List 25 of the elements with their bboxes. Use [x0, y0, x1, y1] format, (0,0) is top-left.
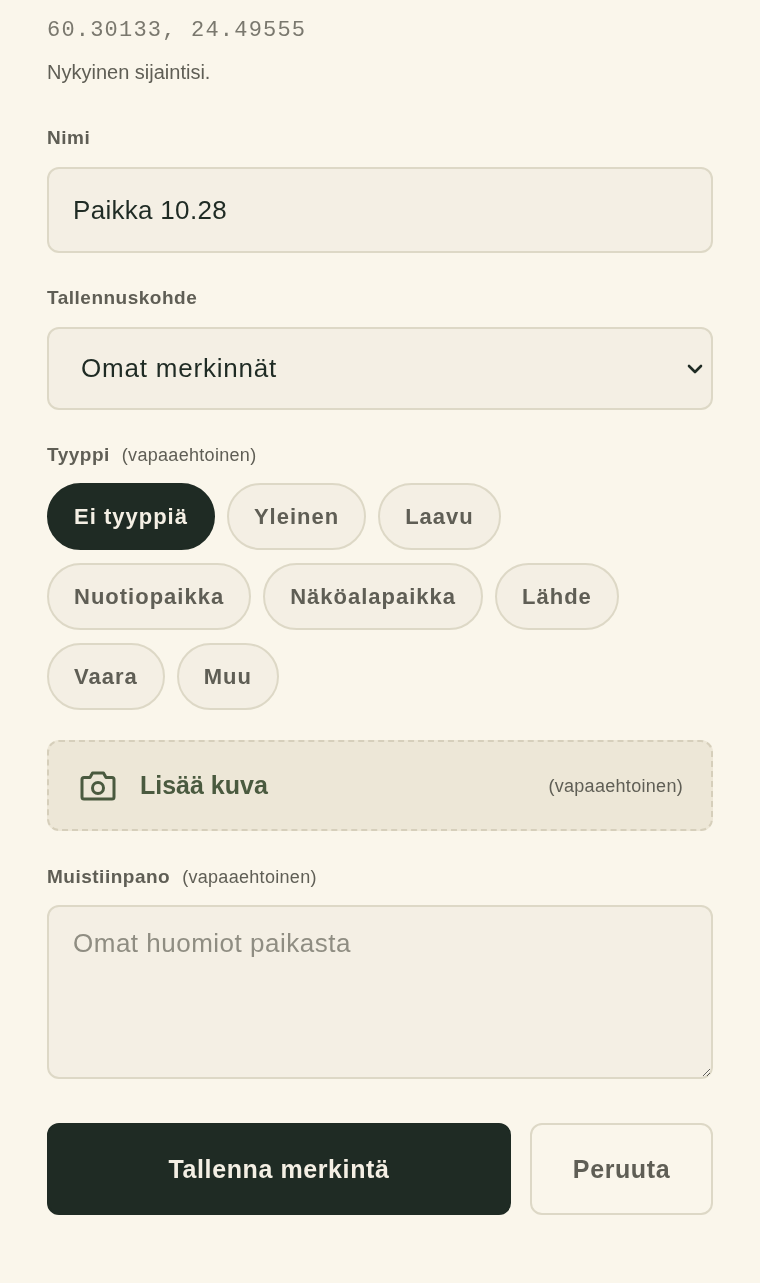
type-chip[interactable]: Näköalapaikka — [263, 563, 483, 630]
note-textarea[interactable]: Omat huomiot paikasta — [47, 905, 713, 1079]
optional-hint: (vapaaehtoinen) — [121, 444, 257, 467]
camera-icon — [80, 770, 116, 801]
optional-hint: (vapaaehtoinen) — [548, 774, 683, 798]
field-label: Tallennuskohde — [47, 286, 198, 310]
type-chip[interactable]: Laavu — [378, 483, 501, 550]
type-chip[interactable]: Nuotiopaikka — [47, 563, 252, 630]
add-photo-button[interactable]: Lisää kuva (vapaaehtoinen) — [47, 740, 713, 831]
type-chip[interactable]: Vaara — [47, 643, 165, 710]
type-chip[interactable]: Lähde — [495, 563, 619, 630]
type-chip[interactable]: Muu — [176, 643, 279, 710]
cancel-button[interactable]: Peruuta — [530, 1123, 713, 1215]
coordinates-text: 60.30133, 24.49555 — [47, 17, 307, 45]
chevron-down-icon — [687, 363, 703, 374]
destination-select[interactable]: Omat merkinnät — [47, 327, 713, 410]
save-button[interactable]: Tallenna merkintä — [47, 1123, 511, 1215]
field-label: Muistiinpano — [47, 865, 171, 889]
field-label: Tyyppi — [47, 443, 110, 467]
type-chip[interactable]: Yleinen — [226, 483, 367, 550]
location-caption: Nykyinen sijaintisi. — [47, 60, 211, 85]
optional-hint: (vapaaehtoinen) — [182, 866, 317, 889]
type-chip[interactable]: Ei tyyppiä — [47, 483, 215, 550]
field-label: Nimi — [47, 126, 91, 150]
name-input[interactable]: Paikka 10.28 — [47, 167, 713, 253]
